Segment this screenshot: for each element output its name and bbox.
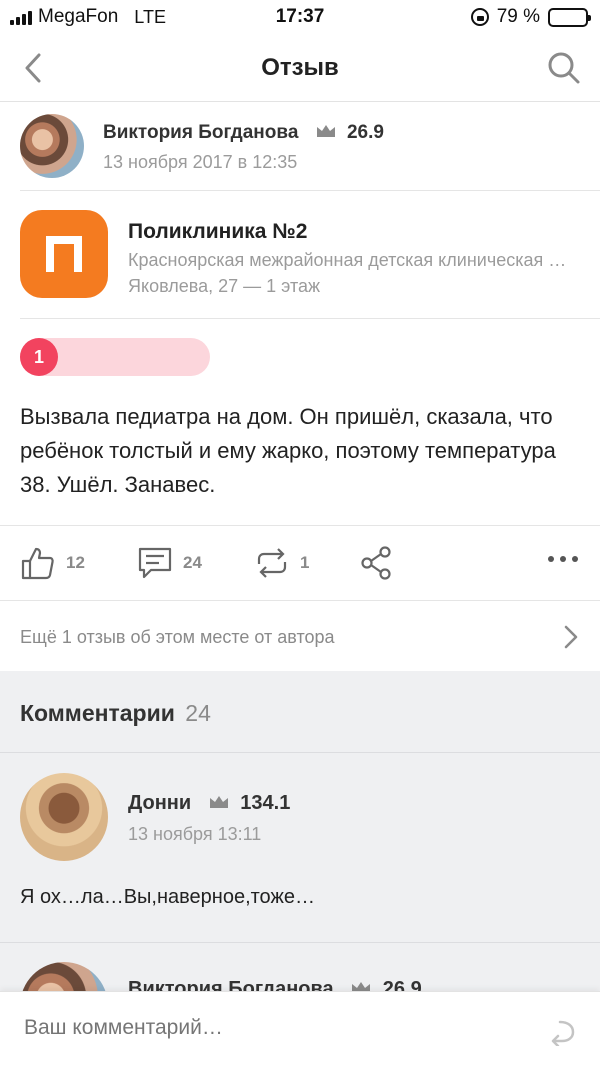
search-icon[interactable] — [546, 50, 582, 86]
review-date: 13 ноября 2017 в 12:35 — [103, 152, 298, 172]
battery-percent: 79 % — [496, 6, 540, 27]
status-right: 79 % — [470, 6, 591, 28]
more-reviews-row[interactable]: Ещё 1 отзыв об этом месте от автора — [0, 601, 600, 671]
comments-count: 24 — [183, 553, 202, 572]
commenter-name-row[interactable]: Донни 134.1 — [128, 792, 290, 815]
crown-icon — [209, 796, 228, 808]
author-avatar[interactable] — [20, 114, 84, 178]
action-bar: 12 24 1 — [0, 525, 600, 601]
review-author[interactable]: Виктория Богданова 26.9 13 ноября 2017 в… — [0, 102, 600, 190]
commenter-rating: 134.1 — [240, 792, 291, 814]
comment-icon — [138, 547, 172, 579]
author-rating: 26.9 — [346, 122, 384, 143]
comments-title: Комментарии — [20, 700, 175, 726]
divider — [20, 318, 600, 319]
comments-header: Комментарии 24 — [20, 700, 211, 727]
comments-total: 24 — [185, 700, 211, 726]
review-text: Вызвала педиатра на дом. Он пришёл, сказ… — [20, 404, 556, 497]
thumbs-up-icon — [21, 547, 54, 580]
divider — [0, 752, 600, 753]
more-reviews-label[interactable]: Ещё 1 отзыв об этом месте от автора — [20, 627, 335, 648]
repost-button[interactable]: 1 — [254, 544, 309, 582]
repost-icon — [257, 548, 287, 578]
likes-count: 12 — [66, 553, 85, 572]
author-name-row[interactable]: Виктория Богданова 26.9 — [103, 122, 384, 144]
place-logo[interactable] — [20, 210, 108, 298]
share-button[interactable] — [358, 544, 394, 582]
place-card[interactable]: Поликлиника №2 Красноярская межрайонная … — [0, 190, 600, 318]
chevron-right-icon — [564, 625, 578, 649]
comment-text: Я ох…ла…Вы,наверное,тоже… — [20, 886, 315, 908]
score-badge: 1 — [20, 338, 58, 376]
divider — [0, 942, 600, 943]
rotation-lock-icon — [470, 8, 489, 26]
reposts-count: 1 — [300, 553, 310, 572]
page-title: Отзыв — [261, 54, 339, 81]
score-bar: 1 — [20, 338, 210, 376]
commenter-name[interactable]: Донни — [128, 792, 191, 814]
p-letter-icon — [46, 236, 82, 272]
share-icon — [361, 546, 391, 580]
like-button[interactable]: 12 — [20, 544, 85, 582]
crown-icon — [316, 125, 335, 137]
comment-input[interactable] — [24, 1016, 524, 1040]
status-bar: MegaFon LTE 17:37 79 % — [0, 0, 600, 36]
author-name[interactable]: Виктория Богданова — [103, 122, 298, 143]
comment-composer — [0, 991, 600, 1066]
nav-bar: Отзыв — [0, 36, 600, 102]
place-description: Красноярская межрайонная детская клиниче… — [128, 250, 573, 270]
send-icon[interactable] — [546, 1014, 578, 1046]
commenter-avatar[interactable] — [20, 773, 108, 861]
more-icon[interactable] — [548, 556, 578, 562]
battery-icon — [548, 7, 591, 27]
comments-button[interactable]: 24 — [137, 544, 202, 582]
place-address: Яковлева, 27 — 1 этаж — [128, 276, 321, 296]
place-name[interactable]: Поликлиника №2 — [128, 220, 307, 244]
comment-date: 13 ноября 13:11 — [128, 824, 262, 844]
